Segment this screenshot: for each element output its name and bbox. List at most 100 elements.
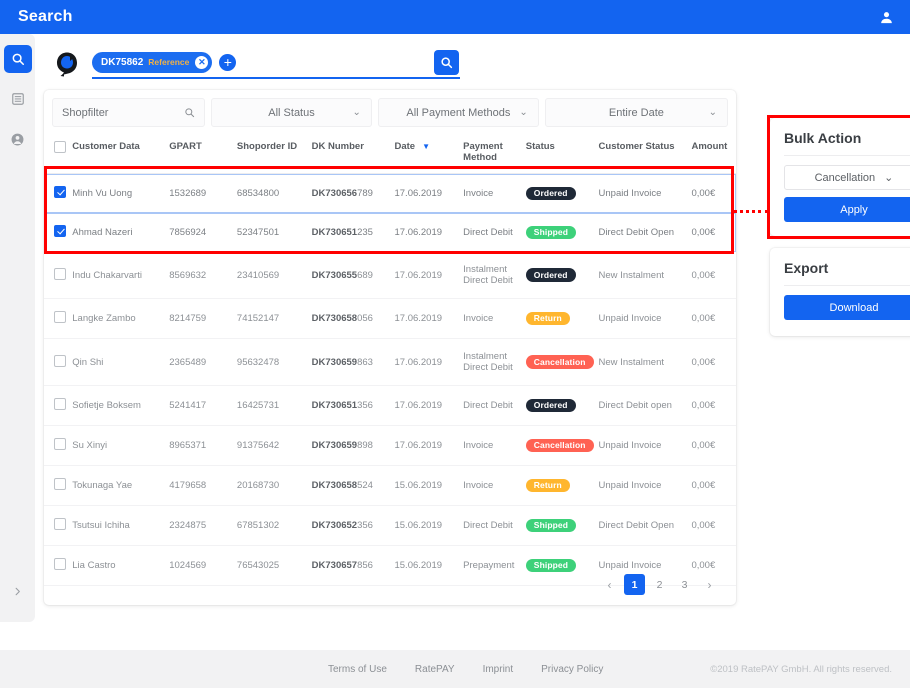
sort-desc-icon[interactable]: ▼	[422, 142, 430, 151]
payment-method-filter-select[interactable]: All Payment Methods ⌄	[378, 98, 539, 127]
chevron-down-icon: ⌄	[519, 107, 527, 118]
cell-customer-data: Minh Vu Uong	[70, 174, 167, 214]
table-row[interactable]: Su Xinyi896537191375642DK73065989817.06.…	[44, 426, 736, 466]
table-row[interactable]: Indu Chakarvarti856963223410569DK7306556…	[44, 252, 736, 299]
search-submit-button[interactable]	[434, 50, 459, 75]
search-row: DK75862 Reference ✕ +	[55, 47, 460, 81]
cell-dk-number: DK730659863	[310, 339, 393, 386]
col-shoporder-id[interactable]: Shoporder ID	[235, 133, 310, 174]
cell-customer-data: Lia Castro	[70, 546, 167, 586]
search-icon	[440, 56, 453, 69]
results-table: Customer Data GPART Shoporder ID DK Numb…	[44, 133, 736, 586]
cell-payment-method: Invoice	[461, 466, 524, 506]
col-dk-number[interactable]: DK Number	[310, 133, 393, 174]
row-checkbox[interactable]	[54, 518, 66, 530]
cell-date: 15.06.2019	[392, 506, 461, 546]
search-chip[interactable]: DK75862 Reference ✕	[92, 52, 212, 73]
footer-link[interactable]: Imprint	[483, 664, 514, 675]
table-row[interactable]: Sofietje Boksem524141716425731DK73065135…	[44, 386, 736, 426]
row-checkbox[interactable]	[54, 558, 66, 570]
col-gpart[interactable]: GPART	[167, 133, 235, 174]
cell-amount: 0,00€	[689, 386, 736, 426]
cell-customer-data: Langke Zambo	[70, 299, 167, 339]
row-checkbox[interactable]	[54, 186, 66, 198]
col-customer-data[interactable]: Customer Data	[70, 133, 167, 174]
table-row[interactable]: Qin Shi236548995632478DK73065986317.06.2…	[44, 339, 736, 386]
sidebar-item-account[interactable]	[4, 125, 32, 153]
dk-number-prefix: DK730651	[312, 400, 357, 411]
apply-button[interactable]: Apply	[784, 197, 910, 222]
search-input[interactable]: DK75862 Reference ✕ +	[92, 49, 460, 79]
cell-amount: 0,00€	[689, 299, 736, 339]
pagination: ‹ 1 2 3 ›	[599, 574, 720, 595]
chevron-right-icon[interactable]: ›	[699, 574, 720, 595]
status-filter-select[interactable]: All Status ⌄	[211, 98, 372, 127]
chevron-left-icon[interactable]: ‹	[599, 574, 620, 595]
page-2-button[interactable]: 2	[649, 574, 670, 595]
row-checkbox[interactable]	[54, 478, 66, 490]
footer-link[interactable]: Terms of Use	[328, 664, 387, 675]
row-checkbox[interactable]	[54, 225, 66, 237]
dk-number-suffix: 898	[357, 440, 373, 451]
cell-date: 17.06.2019	[392, 339, 461, 386]
table-row[interactable]: Minh Vu Uong153268968534800DK73065678917…	[44, 174, 736, 214]
select-all-checkbox[interactable]	[54, 141, 66, 153]
cell-customer-status: Direct Debit Open	[597, 506, 690, 546]
table-row[interactable]: Tokunaga Yae417965820168730DK73065852415…	[44, 466, 736, 506]
dk-number-suffix: 235	[357, 227, 373, 238]
sidebar-item-search[interactable]	[4, 45, 32, 73]
close-icon[interactable]: ✕	[195, 56, 208, 69]
footer-link[interactable]: RatePAY	[415, 664, 455, 675]
row-select-cell	[44, 299, 70, 339]
cell-status: Return	[524, 466, 597, 506]
user-icon[interactable]	[874, 5, 898, 29]
table-row[interactable]: Langke Zambo821475974152147DK73065805617…	[44, 299, 736, 339]
col-customer-status[interactable]: Customer Status	[597, 133, 690, 174]
row-checkbox[interactable]	[54, 311, 66, 323]
table-header-row: Customer Data GPART Shoporder ID DK Numb…	[44, 133, 736, 174]
download-button[interactable]: Download	[784, 295, 910, 320]
cell-amount: 0,00€	[689, 252, 736, 299]
cell-gpart: 8965371	[167, 426, 235, 466]
row-checkbox[interactable]	[54, 438, 66, 450]
row-checkbox[interactable]	[54, 398, 66, 410]
dk-number-suffix: 689	[357, 270, 373, 281]
row-checkbox[interactable]	[54, 355, 66, 367]
table-row[interactable]: Ahmad Nazeri785692452347501DK73065123517…	[44, 213, 736, 252]
cell-payment-method: Instalment Direct Debit	[461, 252, 524, 299]
page-3-button[interactable]: 3	[674, 574, 695, 595]
footer-link[interactable]: Privacy Policy	[541, 664, 603, 675]
dk-number-suffix: 356	[357, 400, 373, 411]
cell-shoporder-id: 52347501	[235, 213, 310, 252]
cell-payment-method: Direct Debit	[461, 386, 524, 426]
row-checkbox[interactable]	[54, 268, 66, 280]
cell-shoporder-id: 67851302	[235, 506, 310, 546]
export-panel: Export Download	[770, 248, 910, 336]
col-amount[interactable]: Amount	[689, 133, 736, 174]
dk-number-prefix: DK730651	[312, 227, 357, 238]
bulk-action-select[interactable]: Cancellation ⌄	[784, 165, 910, 190]
col-status[interactable]: Status	[524, 133, 597, 174]
cell-amount: 0,00€	[689, 426, 736, 466]
cell-shoporder-id: 91375642	[235, 426, 310, 466]
cell-date: 17.06.2019	[392, 174, 461, 214]
row-select-cell	[44, 546, 70, 586]
plus-icon[interactable]: +	[219, 54, 236, 71]
col-payment-method[interactable]: Payment Method	[461, 133, 524, 174]
sidebar-item-list[interactable]	[4, 85, 32, 113]
sidebar-expand-button[interactable]	[0, 585, 35, 598]
cell-payment-method: Prepayment	[461, 546, 524, 586]
cell-customer-data: Tsutsui Ichiha	[70, 506, 167, 546]
page-1-button[interactable]: 1	[624, 574, 645, 595]
date-filter-select[interactable]: Entire Date ⌄	[545, 98, 728, 127]
table-body: Minh Vu Uong153268968534800DK73065678917…	[44, 174, 736, 586]
chevron-down-icon: ⌄	[353, 107, 361, 118]
dk-number-suffix: 524	[357, 480, 373, 491]
cell-payment-method: Invoice	[461, 174, 524, 214]
cell-customer-data: Ahmad Nazeri	[70, 213, 167, 252]
col-date[interactable]: Date▼	[392, 133, 461, 174]
shopfilter-input[interactable]: Shopfilter	[52, 98, 205, 127]
status-badge: Shipped	[526, 226, 576, 240]
cell-date: 17.06.2019	[392, 426, 461, 466]
table-row[interactable]: Tsutsui Ichiha232487567851302DK730652356…	[44, 506, 736, 546]
